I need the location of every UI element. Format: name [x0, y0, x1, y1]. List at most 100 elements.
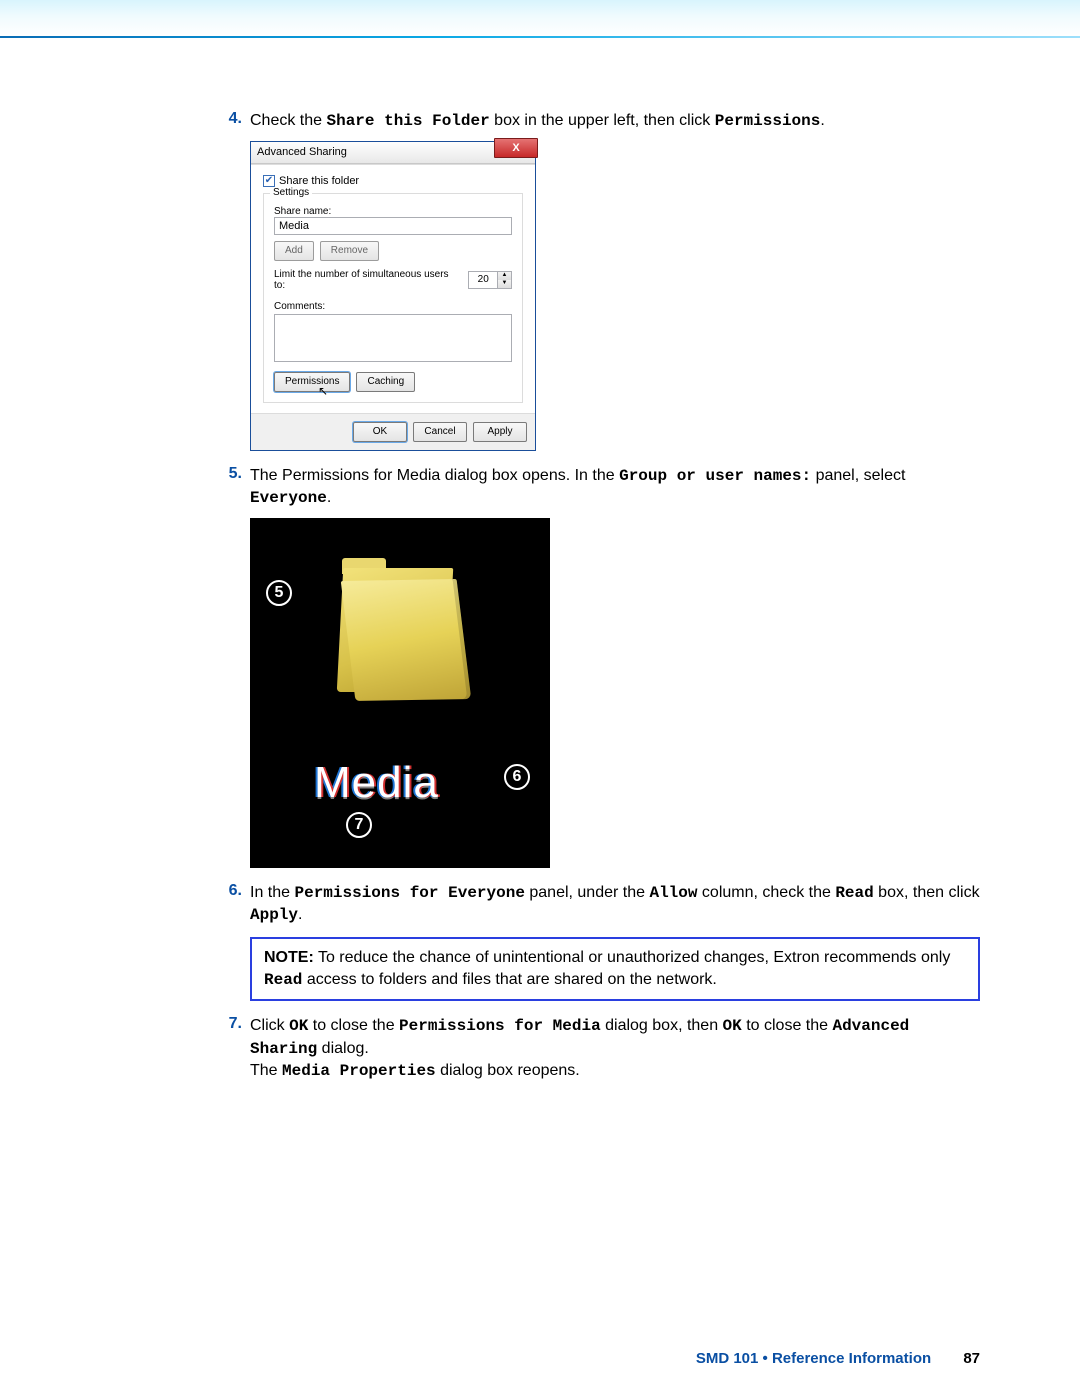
note-text: To reduce the chance of unintentional or…	[314, 949, 951, 966]
code: Read	[835, 884, 873, 902]
callout-label: 6	[513, 768, 522, 786]
comments-textarea[interactable]	[274, 314, 512, 362]
share-name-input[interactable]: Media	[274, 217, 512, 235]
dialog-footer: OK Cancel Apply	[251, 413, 535, 450]
step-body: Click OK to close the Permissions for Me…	[250, 1015, 980, 1083]
settings-group-label: Settings	[270, 187, 312, 198]
code: Apply	[250, 906, 298, 924]
limit-label: Limit the number of simultaneous users t…	[274, 269, 460, 291]
caching-label: Caching	[367, 376, 404, 387]
cancel-button[interactable]: Cancel	[413, 422, 467, 442]
step-number: 4.	[220, 110, 250, 133]
step-number: 6.	[220, 882, 250, 927]
footer-doc-title: SMD 101 • Reference Information	[696, 1350, 931, 1367]
text: .	[820, 112, 824, 129]
code: Everyone	[250, 489, 327, 507]
note-prefix: NOTE:	[264, 949, 314, 966]
step-body: The Permissions for Media dialog box ope…	[250, 465, 980, 510]
permissions-button[interactable]: Permissions	[274, 372, 350, 392]
step-body: In the Permissions for Everyone panel, u…	[250, 882, 980, 927]
text: dialog box, then	[601, 1017, 723, 1034]
ok-label: OK	[373, 426, 387, 437]
text: .	[327, 489, 331, 506]
dialog-titlebar: Advanced Sharing X	[251, 142, 535, 164]
add-remove-row: Add Remove	[274, 241, 512, 261]
text: to close the	[742, 1017, 833, 1034]
share-name-label: Share name:	[274, 206, 512, 217]
text: box in the upper left, then click	[490, 112, 715, 129]
folder-front	[341, 579, 471, 701]
advanced-sharing-screenshot: Advanced Sharing X ✔ Share this folder S…	[250, 141, 980, 451]
text: Click	[250, 1017, 289, 1034]
page-header-accent	[0, 0, 1080, 38]
step-5: 5. The Permissions for Media dialog box …	[220, 465, 980, 510]
code: OK	[723, 1017, 742, 1035]
step-number: 7.	[220, 1015, 250, 1083]
code: Share this Folder	[326, 112, 489, 130]
dialog-title: Advanced Sharing	[257, 146, 347, 158]
dialog-body: ✔ Share this folder Settings Share name:…	[251, 164, 535, 413]
code: OK	[289, 1017, 308, 1035]
text: dialog box reopens.	[436, 1062, 580, 1079]
cancel-label: Cancel	[424, 426, 455, 437]
text: panel, under the	[525, 884, 650, 901]
step-6: 6. In the Permissions for Everyone panel…	[220, 882, 980, 927]
step-body: Check the Share this Folder box in the u…	[250, 110, 980, 133]
code: Permissions for Everyone	[294, 884, 524, 902]
step-4: 4. Check the Share this Folder box in th…	[220, 110, 980, 133]
code: Permissions	[715, 112, 821, 130]
text: .	[298, 906, 302, 923]
code: Read	[264, 971, 302, 989]
perm-cache-row: Permissions Caching ↖	[274, 372, 512, 392]
limit-spinner[interactable]: 20 ▲▼	[468, 271, 512, 289]
limit-value: 20	[469, 274, 497, 285]
share-folder-checkbox-row: ✔ Share this folder	[263, 175, 523, 187]
close-icon: X	[512, 142, 519, 154]
folder-icon	[336, 568, 476, 708]
share-folder-checkbox[interactable]: ✔	[263, 175, 275, 187]
text: In the	[250, 884, 294, 901]
text: dialog.	[317, 1040, 369, 1057]
settings-group: Settings Share name: Media Add Remove Li…	[263, 193, 523, 403]
ok-button[interactable]: OK	[353, 422, 407, 442]
code: Allow	[649, 884, 697, 902]
remove-button[interactable]: Remove	[320, 241, 379, 261]
caching-button[interactable]: Caching	[356, 372, 415, 392]
media-folder-label: Media	[314, 758, 439, 808]
step-7: 7. Click OK to close the Permissions for…	[220, 1015, 980, 1083]
comments-label: Comments:	[274, 301, 512, 312]
callout-6: 6	[504, 764, 530, 790]
text: box, then click	[874, 884, 980, 901]
text: to close the	[308, 1017, 399, 1034]
page-footer: SMD 101 • Reference Information 87	[696, 1350, 980, 1367]
remove-label: Remove	[331, 245, 368, 256]
text: The	[250, 1062, 282, 1079]
advanced-sharing-dialog: Advanced Sharing X ✔ Share this folder S…	[250, 141, 536, 451]
spinner-arrows: ▲▼	[497, 272, 511, 288]
limit-users-row: Limit the number of simultaneous users t…	[274, 269, 512, 291]
callout-label: 7	[355, 816, 364, 834]
cursor-icon: ↖	[318, 384, 328, 398]
code: Permissions for Media	[399, 1017, 601, 1035]
apply-button[interactable]: Apply	[473, 422, 527, 442]
share-name-value: Media	[279, 220, 309, 232]
note-text: access to folders and files that are sha…	[302, 971, 716, 988]
page-number: 87	[963, 1350, 980, 1367]
text: column, check the	[697, 884, 835, 901]
media-folder-screenshot: 5 Media 6 7	[250, 518, 980, 868]
share-folder-label: Share this folder	[279, 175, 359, 187]
apply-label: Apply	[487, 426, 512, 437]
permissions-label: Permissions	[285, 376, 339, 387]
desktop-figure: 5 Media 6 7	[250, 518, 550, 868]
chevron-down-icon[interactable]: ▼	[497, 280, 511, 288]
text: The Permissions for Media dialog box ope…	[250, 467, 619, 484]
add-button[interactable]: Add	[274, 241, 314, 261]
chevron-up-icon[interactable]: ▲	[497, 272, 511, 280]
callout-7: 7	[346, 812, 372, 838]
code: Media Properties	[282, 1062, 436, 1080]
close-button[interactable]: X	[494, 138, 538, 158]
add-label: Add	[285, 245, 303, 256]
callout-label: 5	[275, 584, 284, 602]
callout-5: 5	[266, 580, 292, 606]
text: Check the	[250, 112, 326, 129]
